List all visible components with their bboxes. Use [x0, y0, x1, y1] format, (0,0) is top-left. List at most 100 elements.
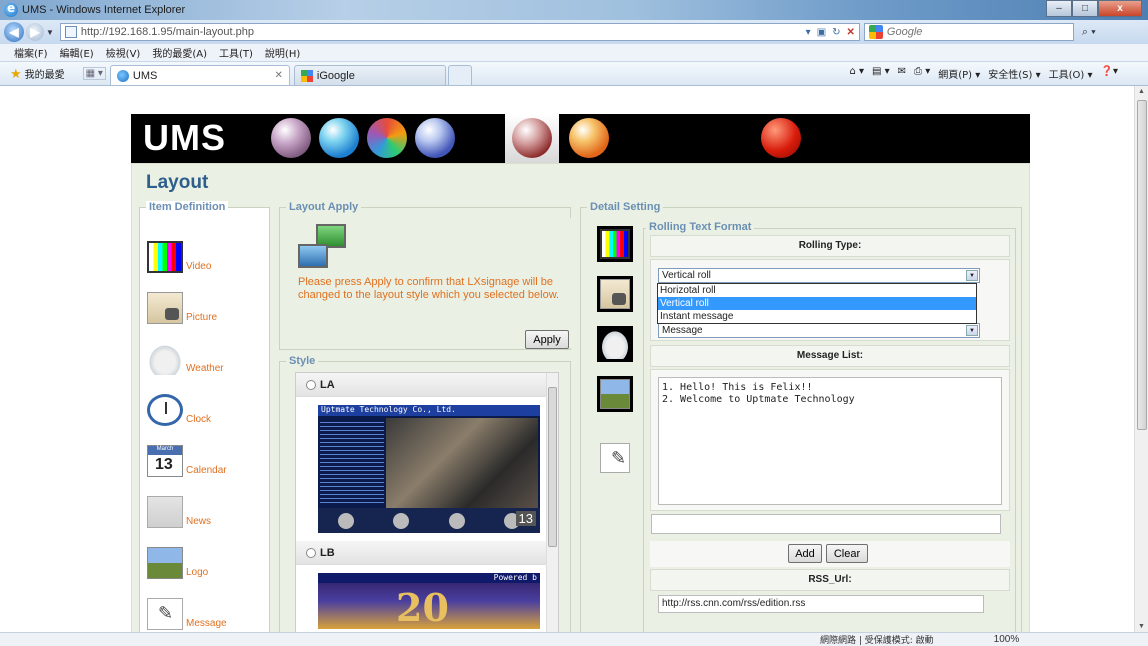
tab-ums[interactable]: UMS ✕ [109, 65, 290, 85]
clear-button[interactable]: Clear [826, 544, 868, 563]
url-text[interactable]: http://192.168.1.95/main-layout.php [81, 26, 254, 38]
item-clock[interactable]: Clock [147, 394, 211, 426]
nav-media-icon[interactable] [271, 118, 311, 158]
tab-label: UMS [132, 69, 158, 82]
menu-favorites[interactable]: 我的最愛(A) [152, 45, 207, 60]
zoom-level[interactable]: 100% [994, 634, 1020, 645]
item-logo[interactable]: Logo [147, 547, 208, 579]
home-icon[interactable]: ⌂ ▾ [849, 66, 864, 81]
menu-tools[interactable]: 工具(T) [219, 45, 253, 60]
detail-weather-tab[interactable] [597, 326, 633, 362]
nav-network-icon[interactable] [319, 118, 359, 158]
add-button[interactable]: Add [788, 544, 822, 563]
detail-video-tab[interactable] [597, 226, 633, 262]
style-option-header[interactable]: LB [296, 541, 548, 565]
item-news[interactable]: News [147, 496, 211, 528]
style-lb-radio[interactable] [306, 547, 316, 558]
minimize-button[interactable]: – [1046, 0, 1072, 17]
search-icon[interactable]: ⌕ ▾ [1082, 26, 1096, 39]
favorites-star-icon[interactable]: ★ [10, 66, 22, 82]
close-window-button[interactable]: x [1098, 0, 1142, 17]
rolling-option-horizontal[interactable]: Horizotal roll [658, 284, 976, 297]
rolling-option-instant[interactable]: Instant message [658, 310, 976, 323]
style-option-header[interactable]: LA [296, 373, 548, 397]
search-box[interactable] [863, 23, 1074, 41]
menu-file[interactable]: 檔案(F) [14, 45, 48, 60]
style-option-lb[interactable]: LB Powered b 20 [296, 541, 548, 630]
quick-tabs-icon[interactable]: ▦ ▾ [82, 67, 106, 80]
history-dropdown-icon[interactable]: ▼ [46, 28, 54, 37]
detail-logo-tab[interactable] [597, 376, 633, 412]
style-scrollbar[interactable] [546, 373, 558, 632]
rss-title: RSS_Url: [808, 574, 852, 585]
item-label: News [186, 516, 212, 527]
refresh-icon[interactable]: ↻ [832, 27, 840, 38]
rolling-text-panel: Rolling Text Format Rolling Type: Vertic… [643, 221, 1016, 632]
item-video[interactable]: Video [147, 241, 211, 273]
nav-schedule-icon[interactable] [569, 118, 609, 158]
favorites-label[interactable]: 我的最愛 [25, 66, 65, 81]
new-tab-button[interactable] [447, 65, 472, 85]
apply-button[interactable]: Apply [525, 330, 569, 349]
style-option-la[interactable]: LA Uptmate Technology Co., Ltd. 13 [296, 373, 548, 533]
detail-picture-tab[interactable] [597, 276, 633, 312]
menu-help[interactable]: 說明(H) [265, 45, 300, 60]
item-picture[interactable]: Picture [147, 292, 217, 324]
compat-view-icon[interactable]: ▣ [817, 27, 826, 38]
weather-icon [147, 343, 183, 375]
message-list-row: Message List: [650, 345, 1010, 367]
style-la-radio[interactable] [306, 379, 316, 390]
style-option-label: LA [320, 378, 335, 391]
stop-icon[interactable]: ✕ [847, 27, 855, 38]
message-list-textarea[interactable]: 1. Hello! This is Felix!! 2. Welcome to … [658, 377, 1002, 505]
nav-grid-icon[interactable] [415, 118, 455, 158]
close-tab-icon[interactable]: ✕ [275, 70, 283, 81]
message-icon [147, 598, 183, 630]
preview-banner: Powered b [318, 573, 540, 583]
message-source-select[interactable]: Message ▼ [658, 323, 980, 338]
rolling-option-vertical[interactable]: Vertical roll [658, 297, 976, 310]
page-menu[interactable]: 網頁(P) ▾ [938, 66, 980, 81]
maximize-button[interactable]: □ [1072, 0, 1098, 17]
window-title: UMS - Windows Internet Explorer [22, 4, 186, 16]
nav-logout-icon[interactable] [761, 118, 801, 158]
chevron-down-icon[interactable]: ▼ [966, 270, 978, 281]
scroll-down-icon[interactable]: ▼ [1138, 623, 1145, 630]
menu-edit[interactable]: 編輯(E) [60, 45, 94, 60]
detail-message-tab[interactable] [597, 440, 633, 476]
style-la-preview[interactable]: Uptmate Technology Co., Ltd. 13 [318, 405, 540, 533]
tab-igoogle[interactable]: iGoogle [293, 65, 446, 85]
mail-icon[interactable]: ✉ [898, 66, 906, 81]
item-calendar[interactable]: Calendar [147, 445, 227, 477]
item-message[interactable]: Message [147, 598, 227, 630]
preview-video-area [386, 418, 538, 508]
logo-icon [600, 379, 630, 409]
feeds-icon[interactable]: ▤ ▾ [872, 66, 890, 81]
item-label: Calendar [186, 465, 227, 476]
style-list[interactable]: LA Uptmate Technology Co., Ltd. 13 LB Po… [295, 372, 559, 632]
scroll-thumb[interactable] [1137, 100, 1147, 430]
rss-url-input[interactable]: http://rss.cnn.com/rss/edition.rss [658, 595, 984, 613]
search-input[interactable] [886, 26, 1057, 38]
nav-layout-icon[interactable] [512, 118, 552, 158]
print-icon[interactable]: ⎙ ▾ [914, 66, 930, 81]
forward-button[interactable]: ▶ [26, 23, 44, 41]
help-icon[interactable]: ❓▾ [1101, 66, 1118, 81]
tools-menu[interactable]: 工具(O) ▾ [1049, 66, 1093, 81]
nav-music-icon[interactable] [367, 118, 407, 158]
item-weather[interactable]: Weather [147, 343, 224, 375]
google-icon [868, 25, 883, 39]
safety-menu[interactable]: 安全性(S) ▾ [988, 66, 1040, 81]
chevron-down-icon[interactable]: ▼ [966, 325, 978, 336]
style-lb-preview[interactable]: Powered b 20 [318, 573, 540, 630]
rolling-type-dropdown[interactable]: Horizotal roll Vertical roll Instant mes… [657, 283, 977, 324]
message-source-value: Message [662, 325, 703, 336]
menu-view[interactable]: 檢視(V) [106, 45, 141, 60]
message-input[interactable] [651, 514, 1001, 534]
scroll-up-icon[interactable]: ▲ [1138, 88, 1145, 95]
url-dropdown-icon[interactable]: ▾ [806, 27, 811, 38]
page-scrollbar[interactable]: ▲ ▼ [1134, 86, 1148, 632]
rolling-type-select[interactable]: Vertical roll ▼ [658, 268, 980, 283]
url-field[interactable]: http://192.168.1.95/main-layout.php ▾ ▣ … [59, 23, 860, 41]
back-button[interactable]: ◀ [4, 22, 24, 42]
